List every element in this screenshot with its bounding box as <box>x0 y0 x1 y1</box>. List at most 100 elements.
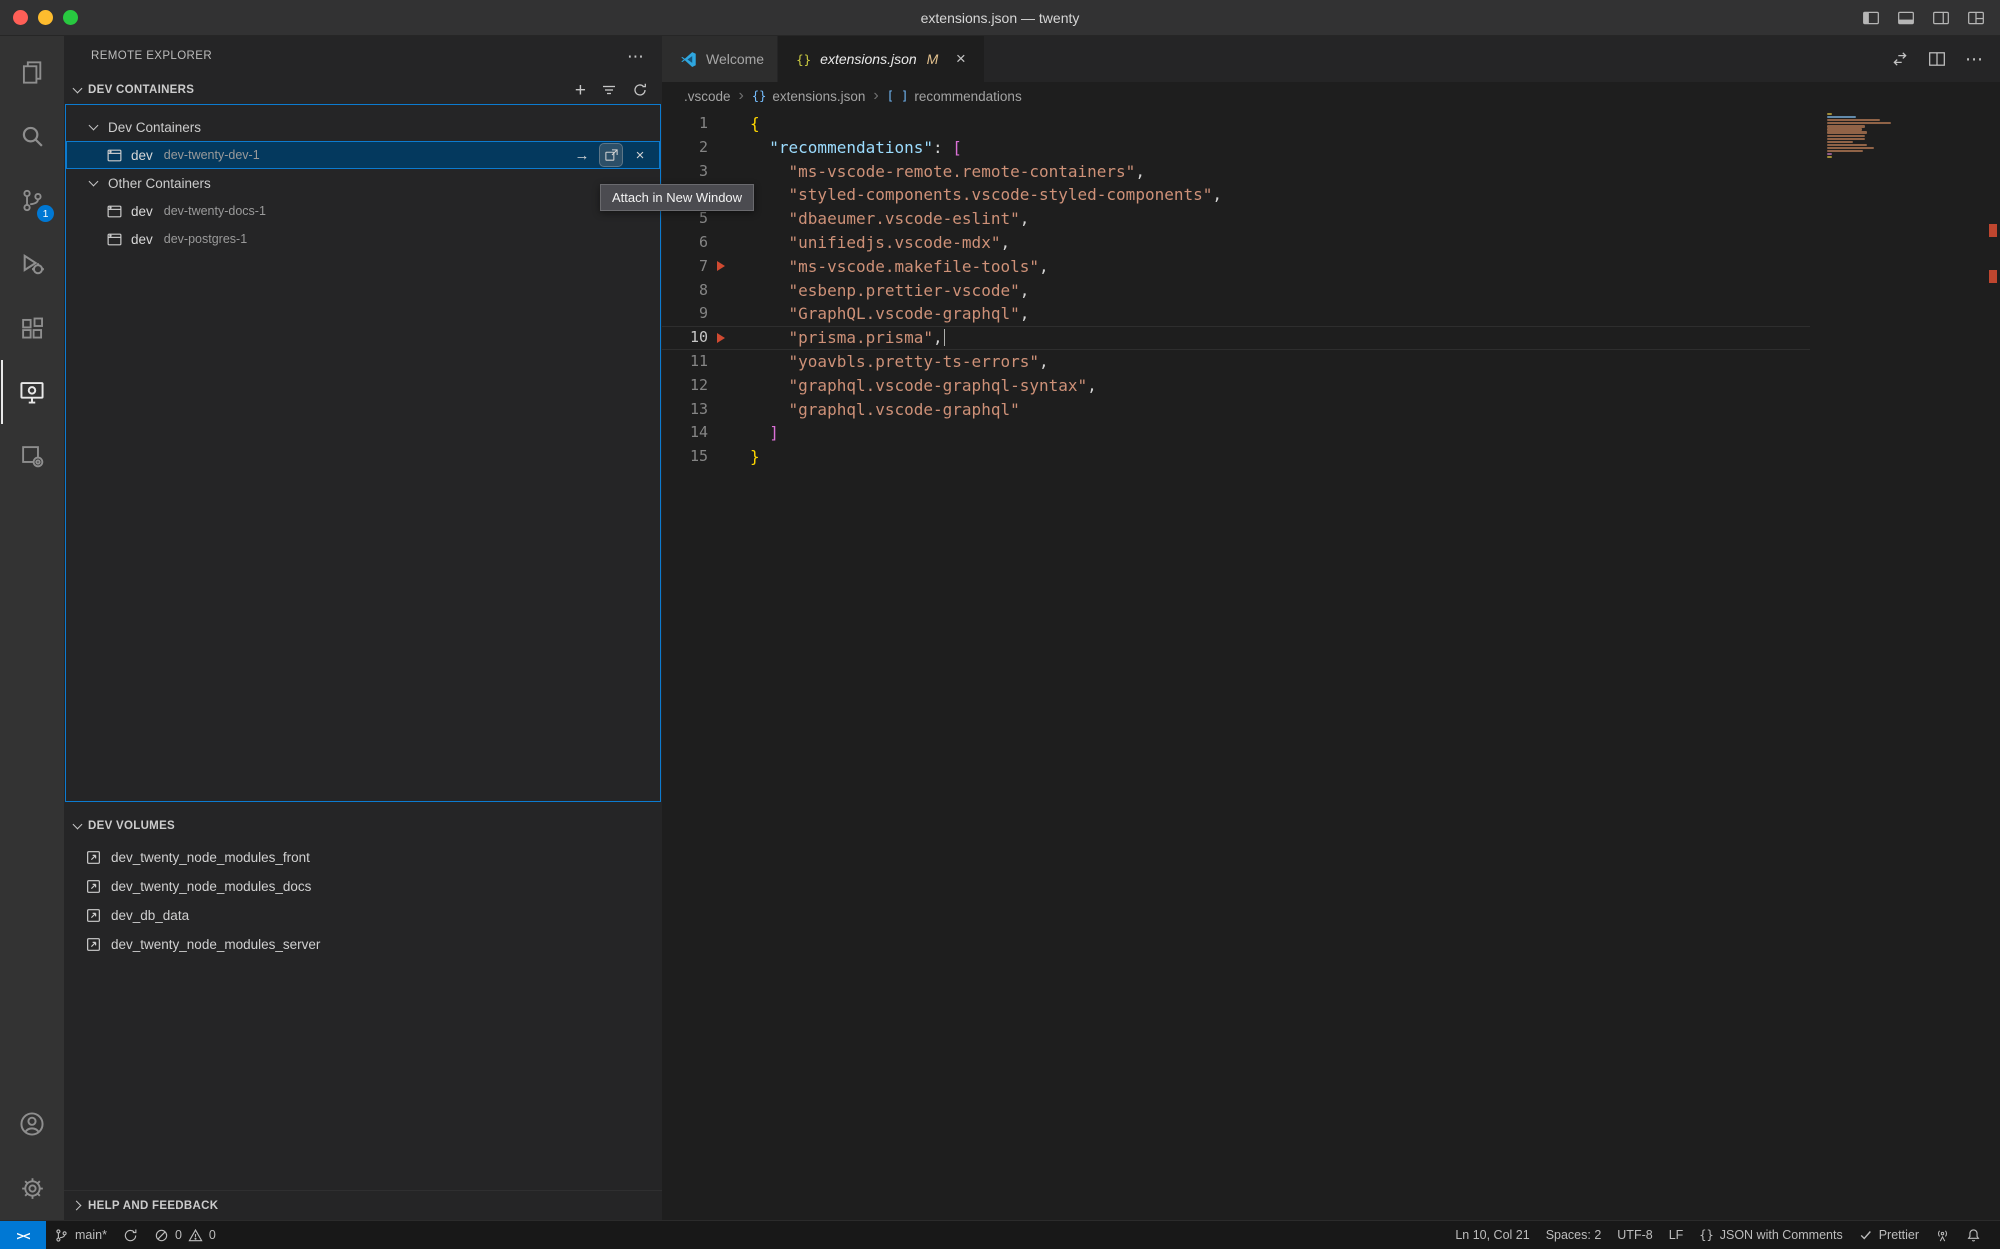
line-number[interactable]: 10 <box>662 326 708 350</box>
container-item-dev-twenty-docs-1[interactable]: dev dev-twenty-docs-1 <box>66 197 660 225</box>
cursor-position-item[interactable]: Ln 10, Col 21 <box>1447 1221 1537 1249</box>
attach-current-window-icon[interactable]: → <box>571 144 593 166</box>
formatter-item[interactable]: Prettier <box>1851 1221 1927 1249</box>
accounts-icon[interactable] <box>1 1092 63 1156</box>
tab-welcome[interactable]: Welcome <box>662 36 778 82</box>
git-modified-badge: M <box>927 51 939 67</box>
encoding-item[interactable]: UTF-8 <box>1609 1221 1660 1249</box>
remote-indicator[interactable]: >< <box>0 1221 46 1249</box>
maximize-window-button[interactable] <box>63 10 78 25</box>
cursor-position: Ln 10, Col 21 <box>1455 1228 1529 1242</box>
code-line[interactable]: 15} <box>662 445 1810 469</box>
line-number[interactable]: 6 <box>662 231 708 255</box>
more-actions-icon[interactable]: ⋯ <box>1965 50 1983 68</box>
code-line[interactable]: 8 "esbenp.prettier-vscode", <box>662 279 1810 303</box>
sidebar-more-actions-icon[interactable]: ⋯ <box>627 48 644 65</box>
line-number[interactable]: 7 <box>662 255 708 279</box>
code-line[interactable]: 2 "recommendations": [ <box>662 136 1810 160</box>
remote-status-item[interactable] <box>1927 1221 1958 1249</box>
stop-container-icon[interactable]: × <box>629 144 651 166</box>
status-bar: >< main* 0 0 Ln 10, Col 21 <box>0 1220 2000 1249</box>
customize-layout-icon[interactable] <box>1967 9 1985 27</box>
minimap-line <box>1827 138 1865 140</box>
container-description: dev-twenty-dev-1 <box>164 148 260 162</box>
attach-new-window-icon[interactable] <box>600 144 622 166</box>
breadcrumb-folder[interactable]: .vscode <box>684 89 731 104</box>
line-number[interactable]: 8 <box>662 279 708 303</box>
search-icon[interactable] <box>1 104 63 168</box>
container-item-dev-twenty-dev-1[interactable]: dev dev-twenty-dev-1 → × <box>66 141 660 169</box>
line-number[interactable]: 2 <box>662 136 708 160</box>
activity-bar-bottom <box>1 1092 63 1220</box>
code-line[interactable]: 1{ <box>662 112 1810 136</box>
code-line[interactable]: 10 "prisma.prisma", <box>662 326 1810 350</box>
breadcrumb-label: .vscode <box>684 89 731 104</box>
breadcrumb-file[interactable]: {} extensions.json <box>752 89 866 104</box>
code-line[interactable]: 4 "styled-components.vscode-styled-compo… <box>662 183 1810 207</box>
code-line[interactable]: 13 "graphql.vscode-graphql" <box>662 398 1810 422</box>
add-container-icon[interactable]: + <box>575 81 586 100</box>
open-changes-icon[interactable] <box>1891 50 1909 68</box>
line-number[interactable]: 9 <box>662 302 708 326</box>
code-text: "graphql.vscode-graphql-syntax", <box>734 374 1097 398</box>
dev-containers-section-header[interactable]: DEV CONTAINERS + <box>64 76 662 104</box>
overview-ruler[interactable] <box>1987 110 2000 1220</box>
code-line[interactable]: 14 ] <box>662 421 1810 445</box>
volume-item[interactable]: dev_twenty_node_modules_docs <box>64 872 662 901</box>
gutter <box>708 421 734 445</box>
git-branch-item[interactable]: main* <box>46 1221 115 1249</box>
branch-name: main* <box>75 1228 107 1242</box>
extensions-icon[interactable] <box>1 296 63 360</box>
minimap[interactable] <box>1827 110 1987 159</box>
settings-gear-icon[interactable] <box>1 1156 63 1220</box>
indentation-item[interactable]: Spaces: 2 <box>1538 1221 1610 1249</box>
close-tab-icon[interactable]: × <box>950 49 971 70</box>
language-mode-item[interactable]: {} JSON with Comments <box>1691 1221 1850 1249</box>
tree-group-dev-containers[interactable]: Dev Containers <box>66 113 660 141</box>
minimap-line <box>1827 156 1832 158</box>
containers-view-icon[interactable] <box>1 424 63 488</box>
line-number[interactable]: 13 <box>662 398 708 422</box>
source-control-icon[interactable]: 1 <box>1 168 63 232</box>
code-line[interactable]: 5 "dbaeumer.vscode-eslint", <box>662 207 1810 231</box>
toggle-primary-sidebar-icon[interactable] <box>1862 9 1880 27</box>
breadcrumb-symbol[interactable]: [ ] recommendations <box>887 89 1022 104</box>
notifications-item[interactable] <box>1958 1221 1989 1249</box>
problems-item[interactable]: 0 0 <box>146 1221 224 1249</box>
line-number[interactable]: 1 <box>662 112 708 136</box>
help-and-feedback-section-header[interactable]: HELP AND FEEDBACK <box>64 1190 662 1220</box>
sync-changes-item[interactable] <box>115 1221 146 1249</box>
line-number[interactable]: 14 <box>662 421 708 445</box>
volume-item[interactable]: dev_twenty_node_modules_front <box>64 843 662 872</box>
code-text: "graphql.vscode-graphql" <box>734 398 1020 422</box>
volume-icon <box>85 936 102 953</box>
line-number[interactable]: 15 <box>662 445 708 469</box>
volume-item[interactable]: dev_db_data <box>64 901 662 930</box>
code-line[interactable]: 6 "unifiedjs.vscode-mdx", <box>662 231 1810 255</box>
line-number[interactable]: 3 <box>662 160 708 184</box>
volume-item[interactable]: dev_twenty_node_modules_server <box>64 930 662 959</box>
tab-extensions-json[interactable]: {} extensions.json M × <box>778 36 985 82</box>
eol-item[interactable]: LF <box>1661 1221 1692 1249</box>
container-item-dev-postgres-1[interactable]: dev dev-postgres-1 <box>66 225 660 253</box>
line-number[interactable]: 11 <box>662 350 708 374</box>
run-and-debug-icon[interactable] <box>1 232 63 296</box>
code-editor[interactable]: 1{2 "recommendations": [3 "ms-vscode-rem… <box>662 110 2000 1220</box>
minimize-window-button[interactable] <box>38 10 53 25</box>
toggle-secondary-sidebar-icon[interactable] <box>1932 9 1950 27</box>
explorer-icon[interactable] <box>1 40 63 104</box>
split-editor-icon[interactable] <box>1928 50 1946 68</box>
toggle-panel-icon[interactable] <box>1897 9 1915 27</box>
dev-volumes-section-header[interactable]: DEV VOLUMES <box>64 812 662 840</box>
filter-list-icon[interactable] <box>601 82 617 98</box>
code-line[interactable]: 7 "ms-vscode.makefile-tools", <box>662 255 1810 279</box>
code-line[interactable]: 9 "GraphQL.vscode-graphql", <box>662 302 1810 326</box>
code-line[interactable]: 11 "yoavbls.pretty-ts-errors", <box>662 350 1810 374</box>
remote-explorer-icon[interactable] <box>1 360 63 424</box>
line-number[interactable]: 12 <box>662 374 708 398</box>
close-window-button[interactable] <box>13 10 28 25</box>
refresh-icon[interactable] <box>632 82 648 98</box>
code-line[interactable]: 3 "ms-vscode-remote.remote-containers", <box>662 160 1810 184</box>
code-line[interactable]: 12 "graphql.vscode-graphql-syntax", <box>662 374 1810 398</box>
tree-group-other-containers[interactable]: Other Containers <box>66 169 660 197</box>
